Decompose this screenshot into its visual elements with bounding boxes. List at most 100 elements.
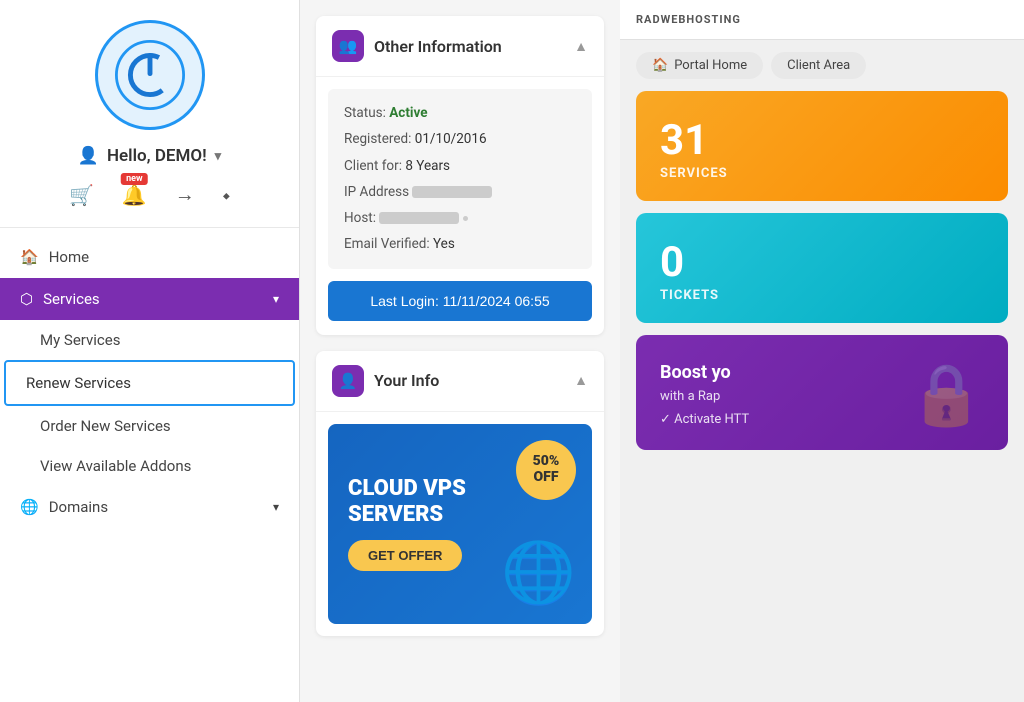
other-info-icon: 👥 xyxy=(332,30,364,62)
boost-cta-text: ✓ Activate HTT xyxy=(660,412,749,427)
promo-title-line2: SERVERS xyxy=(348,502,466,528)
breadcrumb-home-icon: 🏠 xyxy=(652,58,668,73)
sidebar-item-addons[interactable]: View Available Addons xyxy=(0,446,299,486)
cart-icon: 🛒 xyxy=(65,179,98,211)
sidebar-item-services[interactable]: ⬡ Services ▾ xyxy=(0,278,299,320)
stat-card-boost: Boost yo with a Rap ✓ Activate HTT 🔒 xyxy=(636,335,1008,450)
my-services-label: My Services xyxy=(40,331,120,349)
your-info-card: 👤 Your Info ▲ CLOUD VPS SERVERS GET OFFE… xyxy=(316,351,604,636)
your-info-icon: 👤 xyxy=(332,365,364,397)
breadcrumb-portal-home[interactable]: 🏠 Portal Home xyxy=(636,52,763,79)
stat-cards: 31 SERVICES 0 TICKETS Boost yo with a Ra… xyxy=(620,91,1024,466)
promo-title: CLOUD VPS SERVERS xyxy=(348,476,466,529)
forward-wrap[interactable]: → xyxy=(171,182,199,207)
sidebar-item-my-services[interactable]: My Services xyxy=(0,320,299,360)
boost-text: Boost yo with a Rap ✓ Activate HTT xyxy=(660,362,893,427)
services-icon: ⬡ xyxy=(20,290,33,308)
sidebar-home-label: Home xyxy=(49,248,89,266)
logout-icon: ⬩ xyxy=(219,179,234,211)
sidebar-divider xyxy=(0,227,299,228)
promo-banner[interactable]: CLOUD VPS SERVERS GET OFFER 50% OFF 🌐 xyxy=(328,424,592,624)
last-login-button[interactable]: Last Login: 11/11/2024 06:55 xyxy=(328,281,592,321)
boost-title: Boost yo xyxy=(660,362,893,383)
site-logo: RADWEBHOSTING xyxy=(636,13,741,26)
services-label: SERVICES xyxy=(660,166,984,181)
boost-subtitle-text: with a Rap xyxy=(660,389,720,404)
user-icon: 👤 xyxy=(78,146,99,166)
promo-discount-badge: 50% OFF xyxy=(516,440,576,500)
action-icons-bar: 🛒 new 🔔 → ⬩ xyxy=(65,182,234,207)
logout-wrap[interactable]: ⬩ xyxy=(219,183,234,207)
domains-label: Domains xyxy=(49,498,108,516)
other-info-title: Other Information xyxy=(374,37,502,56)
breadcrumb-client-label: Client Area xyxy=(787,58,850,73)
home-icon: 🏠 xyxy=(20,248,39,266)
user-greeting[interactable]: 👤 Hello, DEMO! ▾ xyxy=(78,146,221,166)
breadcrumb-portal-label: Portal Home xyxy=(674,58,747,73)
your-info-header-left: 👤 Your Info xyxy=(332,365,439,397)
other-info-header-left: 👥 Other Information xyxy=(332,30,502,62)
status-row: Status: Active xyxy=(344,103,576,123)
promo-title-line1: CLOUD VPS xyxy=(348,476,466,502)
tickets-label: TICKETS xyxy=(660,288,984,303)
sidebar: 👤 Hello, DEMO! ▾ 🛒 new 🔔 → ⬩ 🏠 Home ⬡ Se… xyxy=(0,0,300,702)
client-for-value: 8 Years xyxy=(405,158,450,174)
middle-panel: 👥 Other Information ▲ Status: Active Reg… xyxy=(300,0,620,702)
cart-wrap[interactable]: 🛒 xyxy=(65,183,98,207)
boost-cta: ✓ Activate HTT xyxy=(660,412,893,427)
email-value: Yes xyxy=(433,236,455,252)
breadcrumbs: 🏠 Portal Home Client Area xyxy=(620,40,1024,91)
stat-card-services: 31 SERVICES xyxy=(636,91,1008,201)
registered-label: Registered: xyxy=(344,131,411,147)
sidebar-services-label: Services xyxy=(43,290,100,308)
host-row: Host: xyxy=(344,208,576,228)
host-dot xyxy=(463,216,468,221)
email-verified-row: Email Verified: Yes xyxy=(344,234,576,254)
boost-subtitle: with a Rap xyxy=(660,389,893,404)
addons-label: View Available Addons xyxy=(40,457,191,475)
promo-cta-button[interactable]: GET OFFER xyxy=(348,540,462,571)
forward-icon: → xyxy=(171,178,199,210)
order-new-label: Order New Services xyxy=(40,417,171,435)
right-panel: RADWEBHOSTING 🏠 Portal Home Client Area … xyxy=(620,0,1024,702)
services-count: 31 xyxy=(660,120,984,162)
ip-row: IP Address xyxy=(344,182,576,202)
email-label: Email Verified: xyxy=(344,236,430,252)
greeting-chevron: ▾ xyxy=(215,149,222,164)
promo-globe-icon: 🌐 xyxy=(501,537,576,608)
renew-services-label: Renew Services xyxy=(26,374,131,392)
other-info-card: 👥 Other Information ▲ Status: Active Reg… xyxy=(316,16,604,335)
client-for-row: Client for: 8 Years xyxy=(344,156,576,176)
registered-row: Registered: 01/10/2016 xyxy=(344,129,576,149)
new-badge: new xyxy=(121,173,148,185)
registered-value: 01/10/2016 xyxy=(415,131,487,147)
sidebar-item-renew-services[interactable]: Renew Services xyxy=(4,360,295,406)
sidebar-item-domains[interactable]: 🌐 Domains ▾ xyxy=(0,486,299,528)
client-for-label: Client for: xyxy=(344,158,402,174)
right-topbar: RADWEBHOSTING xyxy=(620,0,1024,40)
greeting-text: Hello, DEMO! xyxy=(107,146,207,166)
ip-label: IP Address xyxy=(344,184,409,200)
stat-card-tickets: 0 TICKETS xyxy=(636,213,1008,323)
sidebar-item-home[interactable]: 🏠 Home xyxy=(0,236,299,278)
tickets-count: 0 xyxy=(660,242,984,284)
status-value: Active xyxy=(389,105,427,121)
sidebar-item-order-new[interactable]: Order New Services xyxy=(0,406,299,446)
host-value-redacted xyxy=(379,212,459,224)
status-label: Status: xyxy=(344,105,386,121)
ip-value-redacted xyxy=(412,186,492,198)
breadcrumb-client-area[interactable]: Client Area xyxy=(771,52,866,79)
other-info-header: 👥 Other Information ▲ xyxy=(316,16,604,77)
boost-lock-icon: 🔒 xyxy=(909,359,984,430)
promo-pct: 50% xyxy=(533,454,560,469)
domains-icon: 🌐 xyxy=(20,498,39,516)
your-info-collapse[interactable]: ▲ xyxy=(574,372,588,389)
other-info-collapse[interactable]: ▲ xyxy=(574,38,588,55)
bell-wrap[interactable]: new 🔔 xyxy=(118,183,151,207)
avatar xyxy=(95,20,205,130)
domains-chevron: ▾ xyxy=(273,500,279,514)
promo-off: OFF xyxy=(534,470,559,485)
other-info-block: Status: Active Registered: 01/10/2016 Cl… xyxy=(328,89,592,269)
your-info-title: Your Info xyxy=(374,371,439,390)
services-chevron: ▾ xyxy=(273,292,279,306)
